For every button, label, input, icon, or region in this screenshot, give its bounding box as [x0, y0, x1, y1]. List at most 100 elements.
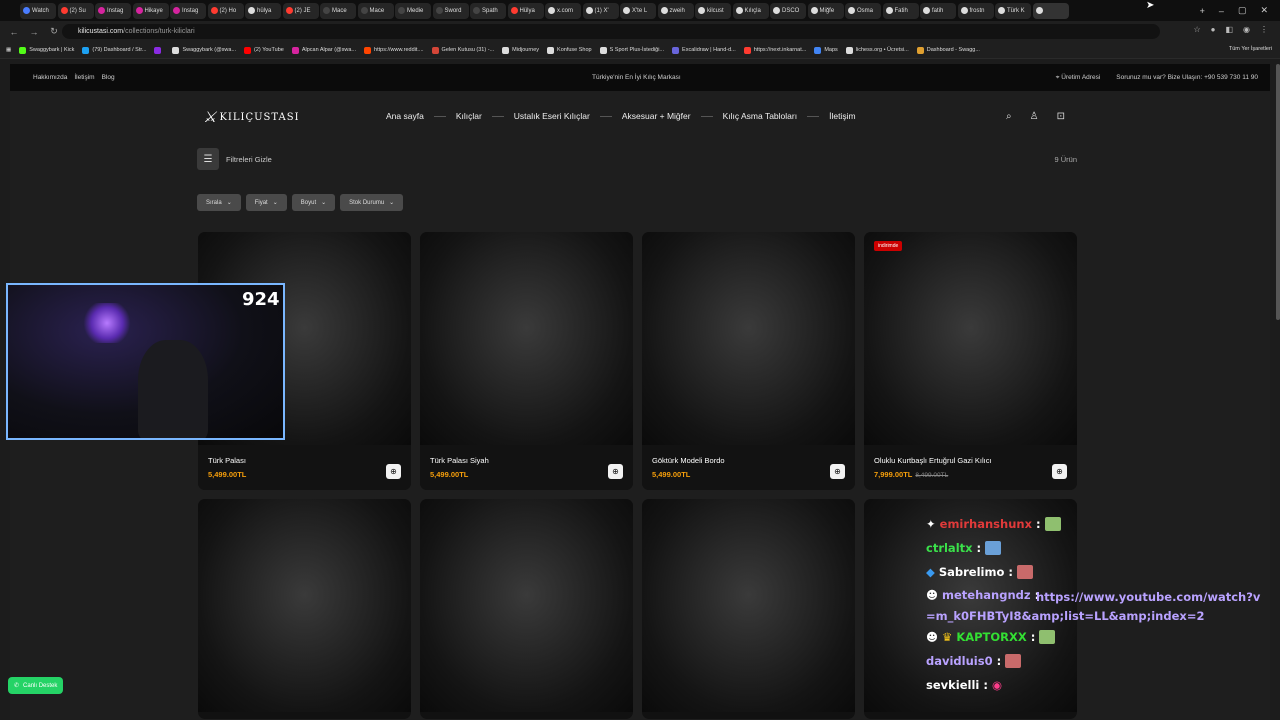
bookmark-item[interactable]: Excalidraw | Hand-d... — [672, 46, 736, 54]
product-image[interactable] — [864, 232, 1077, 445]
new-tab-icon[interactable]: + — [1200, 6, 1205, 16]
browser-tab[interactable]: Hikaye — [132, 2, 169, 19]
menu-icon[interactable]: ⋮ — [1260, 25, 1268, 34]
nav-wall-mounts[interactable]: Kılıç Asma Tabloları — [723, 111, 798, 121]
browser-tab[interactable]: (2) Ho — [207, 2, 244, 19]
nav-swords[interactable]: Kılıçlar — [456, 111, 482, 121]
product-image[interactable] — [642, 499, 855, 712]
bookmark-item[interactable]: Swaggybark | Kick — [19, 46, 74, 54]
bookmark-item[interactable]: Maps — [814, 46, 838, 54]
bookmark-item[interactable] — [154, 46, 164, 54]
filter-toggle-label[interactable]: Filtreleri Gizle — [226, 155, 272, 164]
product-card[interactable] — [642, 499, 855, 719]
bookmark-item[interactable]: https://www.reddit.... — [364, 46, 424, 54]
browser-tab[interactable]: Hülya — [507, 2, 544, 19]
profile-icon[interactable]: ◉ — [1243, 25, 1250, 34]
extension-icon[interactable]: ● — [1211, 25, 1216, 34]
browser-tab[interactable]: Kılıçla — [732, 2, 769, 19]
stock-filter[interactable]: Stok Durumu ⌄ — [340, 194, 404, 211]
site-logo[interactable]: ⚔ KILIÇUSTASI — [203, 108, 300, 126]
puzzle-icon[interactable]: ◧ — [1225, 25, 1233, 34]
reload-icon[interactable]: ↻ — [48, 26, 60, 37]
browser-tab[interactable]: Türk K — [995, 2, 1031, 19]
browser-tab[interactable]: (2) Su — [57, 2, 94, 19]
bookmark-item[interactable]: (2) YouTube — [244, 46, 284, 54]
live-support-button[interactable]: ✆ Canlı Destek — [8, 677, 64, 694]
browser-tab[interactable]: Fatih — [882, 2, 919, 19]
nav-masterpiece[interactable]: Ustalık Eseri Kılıçlar — [514, 111, 590, 121]
browser-tab[interactable]: Watch — [20, 2, 56, 19]
product-card[interactable]: indirimde Oluklu Kurtbaşlı Ertuğrul Gazi… — [864, 232, 1077, 490]
browser-tab[interactable]: frostn — [957, 2, 994, 19]
product-card[interactable]: Türk Palası Siyah 5,499.00TL ⊕ — [420, 232, 633, 490]
bookmark-item[interactable]: https://next.inkarnat... — [743, 46, 806, 54]
browser-tab[interactable]: DSCO — [770, 2, 806, 19]
browser-tab[interactable]: hülya — [245, 2, 281, 19]
nav-accessories[interactable]: Aksesuar + Miğfer — [622, 111, 691, 121]
nav-contact[interactable]: İletişim — [829, 111, 855, 121]
cart-icon[interactable]: ⊡ — [1057, 111, 1065, 122]
all-bookmarks-link[interactable]: Tüm Yer İşaretleri — [1229, 46, 1272, 52]
product-card[interactable] — [420, 499, 633, 719]
browser-tab[interactable]: Miğfe — [807, 2, 844, 19]
product-image[interactable] — [198, 499, 411, 712]
topbar-link-about[interactable]: Hakkımızda — [33, 74, 67, 81]
product-card[interactable] — [198, 499, 411, 719]
browser-tab[interactable] — [1032, 2, 1069, 19]
browser-tab[interactable]: Sword — [432, 2, 469, 19]
topbar-link-contact[interactable]: İletişim — [74, 74, 94, 81]
browser-tab[interactable]: kilcust — [695, 2, 731, 19]
url-field[interactable]: kilicustasi.com/collections/turk-kilicla… — [62, 24, 1160, 39]
product-image[interactable] — [420, 232, 633, 445]
product-image[interactable] — [642, 232, 855, 445]
browser-tab[interactable]: Instag — [95, 2, 131, 19]
bookmark-item[interactable]: Alpcan Alpar (@swa... — [291, 46, 356, 54]
add-to-cart-icon[interactable]: ⊕ — [608, 464, 623, 479]
browser-tab[interactable]: Spath — [470, 2, 506, 19]
product-image[interactable] — [420, 499, 633, 712]
topbar-link-blog[interactable]: Blog — [102, 74, 115, 81]
page-scrollbar[interactable] — [1276, 64, 1280, 320]
maximize-icon[interactable]: ▢ — [1238, 5, 1247, 16]
bookmark-item[interactable]: lichess.org • Ücretsi... — [845, 46, 909, 54]
bookmark-item[interactable]: Midjourney — [502, 46, 539, 54]
browser-tab[interactable]: zweih — [657, 2, 694, 19]
add-to-cart-icon[interactable]: ⊕ — [1052, 464, 1067, 479]
browser-tab[interactable]: Instag — [170, 2, 206, 19]
bookmark-item[interactable]: Gelen Kutusu (31) -... — [431, 46, 494, 54]
bookmark-item[interactable]: Dashboard - Swagg... — [916, 46, 980, 54]
back-icon[interactable]: ← — [8, 27, 20, 37]
add-to-cart-icon[interactable]: ⊕ — [386, 464, 401, 479]
browser-tab[interactable]: fatih — [920, 2, 956, 19]
star-icon[interactable]: ☆ — [1193, 25, 1200, 34]
close-window-icon[interactable]: ✕ — [1260, 5, 1268, 16]
product-name[interactable]: Göktürk Modeli Bordo — [652, 456, 725, 465]
address-link[interactable]: ⌖ Üretim Adresi — [1056, 74, 1100, 82]
browser-tab[interactable]: X'te L — [620, 2, 656, 19]
add-to-cart-icon[interactable]: ⊕ — [830, 464, 845, 479]
nav-home[interactable]: Ana sayfa — [386, 111, 424, 121]
product-card[interactable]: Göktürk Modeli Bordo 5,499.00TL ⊕ — [642, 232, 855, 490]
sort-dropdown[interactable]: Sırala ⌄ — [197, 194, 241, 211]
price-filter[interactable]: Fiyat ⌄ — [245, 194, 287, 211]
bookmark-item[interactable]: Konfuse Shop — [547, 46, 592, 54]
browser-tab[interactable]: Medie — [395, 2, 431, 19]
product-name[interactable]: Türk Palası — [208, 456, 246, 465]
apps-grid-icon[interactable]: ▦ — [6, 47, 11, 53]
search-icon[interactable]: ⌕ — [1006, 111, 1012, 122]
browser-tab[interactable]: (1) X' — [582, 2, 619, 19]
filter-toggle-button[interactable]: ☰ — [197, 148, 219, 170]
browser-tab[interactable]: (2) JE — [282, 2, 319, 19]
account-icon[interactable]: ♙ — [1030, 111, 1039, 122]
product-name[interactable]: Türk Palası Siyah — [430, 456, 489, 465]
minimize-icon[interactable]: – — [1219, 6, 1224, 16]
browser-tab[interactable]: Mace — [320, 2, 356, 19]
size-filter[interactable]: Boyut ⌄ — [291, 194, 336, 211]
browser-tab[interactable]: x.com — [545, 2, 581, 19]
bookmark-item[interactable]: (79) Dashboard / Str... — [82, 46, 146, 54]
browser-tab[interactable]: Mace — [357, 2, 394, 19]
browser-tab[interactable]: Osma — [845, 2, 881, 19]
bookmark-item[interactable]: S Sport Plus-İstediği... — [599, 46, 664, 54]
product-name[interactable]: Oluklu Kurtbaşlı Ertuğrul Gazi Kılıcı — [874, 456, 992, 465]
bookmark-item[interactable]: Swaggybark (@swa... — [172, 46, 236, 54]
